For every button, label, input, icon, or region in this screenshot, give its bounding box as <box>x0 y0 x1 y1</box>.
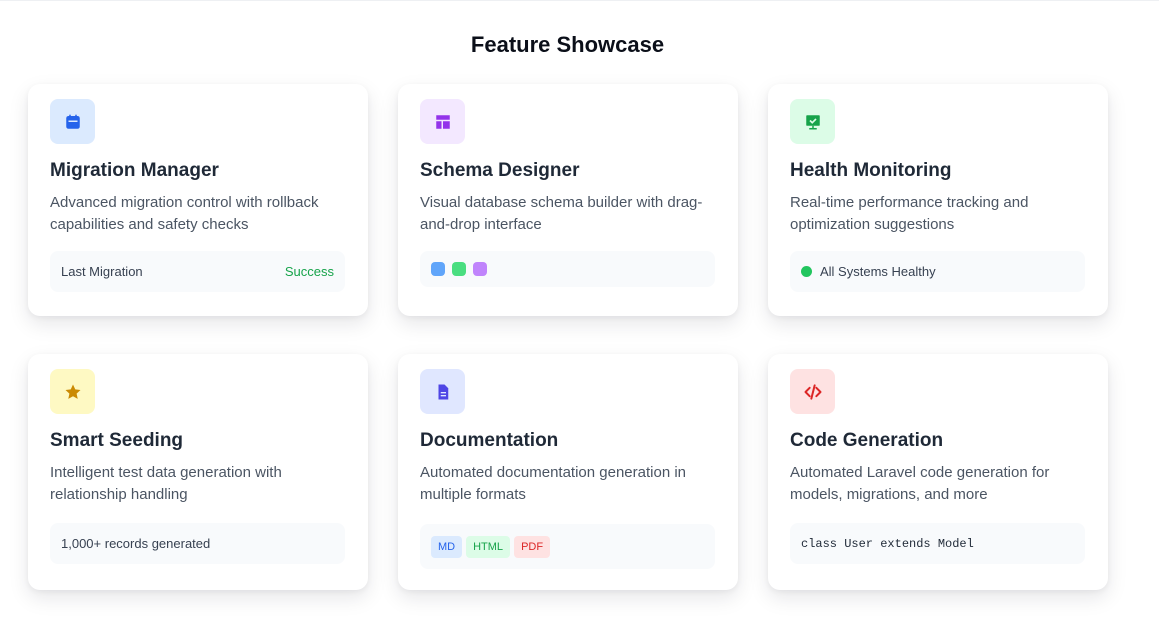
format-tag-pdf: PDF <box>514 535 551 558</box>
code-icon <box>803 382 823 402</box>
card-description: Automated documentation generation in mu… <box>420 464 687 503</box>
star-icon <box>64 383 82 401</box>
health-status-bar: All Systems Healthy <box>790 251 1085 292</box>
card-title: Migration Manager <box>50 160 219 181</box>
card-migration-manager[interactable]: Migration Manager Advanced migration con… <box>28 84 368 316</box>
icon-box <box>420 99 465 144</box>
code-snippet: class User extends Model <box>801 536 974 551</box>
presentation-check-icon <box>804 113 822 131</box>
card-description: Visual database schema builder with drag… <box>420 194 703 233</box>
card-title: Schema Designer <box>420 160 580 181</box>
calendar-icon <box>64 113 82 131</box>
format-tag-html: HTML <box>466 535 511 558</box>
seeding-stats-bar: 1,000+ records generated <box>50 523 345 564</box>
card-smart-seeding[interactable]: Smart Seeding Intelligent test data gene… <box>28 354 368 590</box>
icon-box <box>790 99 835 144</box>
icon-box <box>50 369 95 414</box>
last-migration-label: Last Migration <box>61 264 143 279</box>
format-tags-bar: MD HTML PDF <box>420 524 715 569</box>
color-dot-blue <box>431 262 445 276</box>
card-title: Health Monitoring <box>790 160 952 181</box>
icon-box <box>50 99 95 144</box>
card-description: Intelligent test data generation with re… <box>50 464 282 503</box>
healthy-status-dot <box>801 266 812 277</box>
layout-icon <box>434 113 452 131</box>
card-schema-designer[interactable]: Schema Designer Visual database schema b… <box>398 84 738 316</box>
card-code-generation[interactable]: Code Generation Automated Laravel code g… <box>768 354 1108 590</box>
card-title: Documentation <box>420 430 559 451</box>
icon-box <box>420 369 465 414</box>
card-health-monitoring[interactable]: Health Monitoring Real-time performance … <box>768 84 1108 316</box>
code-snippet-bar: class User extends Model <box>790 523 1085 564</box>
color-dot-purple <box>473 262 487 276</box>
format-tag-md: MD <box>431 535 463 558</box>
migration-status-bar: Last Migration Success <box>50 251 345 292</box>
migration-status-badge: Success <box>284 264 334 279</box>
card-documentation[interactable]: Documentation Automated documentation ge… <box>398 354 738 590</box>
card-description: Automated Laravel code generation for mo… <box>790 464 1050 503</box>
color-dot-green <box>452 262 466 276</box>
records-generated-label: 1,000+ records generated <box>61 536 211 551</box>
icon-box <box>790 369 835 414</box>
card-description: Advanced migration control with rollback… <box>50 194 319 233</box>
card-description: Real-time performance tracking and optim… <box>790 194 1029 233</box>
health-status-label: All Systems Healthy <box>820 264 936 279</box>
top-divider <box>0 0 1159 1</box>
page-title: Feature Showcase <box>470 32 665 57</box>
schema-color-dots <box>420 251 715 287</box>
card-title: Smart Seeding <box>50 430 184 451</box>
card-title: Code Generation <box>790 430 944 451</box>
document-icon <box>434 383 452 401</box>
